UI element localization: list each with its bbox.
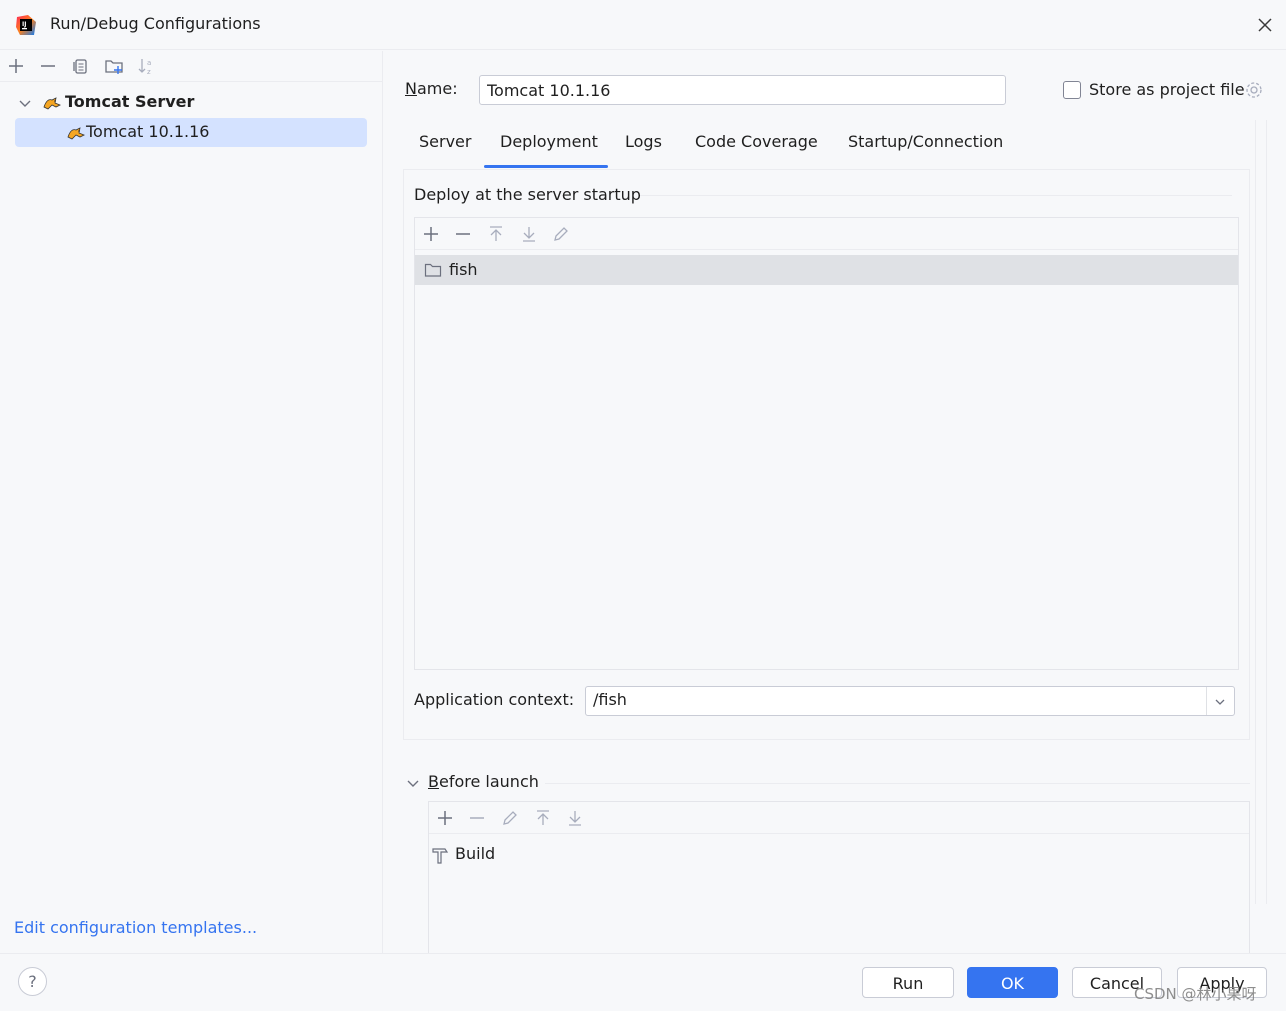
edit-templates-link[interactable]: Edit configuration templates... <box>14 918 257 937</box>
help-button[interactable]: ? <box>18 967 47 996</box>
tomcat-icon <box>42 95 62 111</box>
vertical-scrollbar[interactable] <box>1255 120 1267 904</box>
tab-code-coverage[interactable]: Code Coverage <box>695 132 818 151</box>
copy-icon[interactable] <box>70 55 92 77</box>
remove-icon[interactable] <box>37 55 59 77</box>
chevron-down-icon[interactable] <box>17 95 33 111</box>
application-context-combobox[interactable] <box>585 686 1235 716</box>
svg-text:IJ: IJ <box>22 21 26 28</box>
tab-deployment[interactable]: Deployment <box>500 132 598 151</box>
section-divider <box>545 783 1250 784</box>
remove-icon[interactable] <box>466 807 488 829</box>
add-icon[interactable] <box>420 223 442 245</box>
application-context-value[interactable]: /fish <box>593 690 627 709</box>
name-input[interactable] <box>479 75 1006 105</box>
tab-logs[interactable]: Logs <box>625 132 662 151</box>
edit-icon[interactable] <box>550 223 572 245</box>
watermark-text: CSDN @林小果呀 <box>1134 985 1257 1003</box>
svg-text:z: z <box>147 68 151 76</box>
toolbar-separator <box>415 249 1238 250</box>
application-context-label: Application context: <box>414 690 575 709</box>
before-launch-task-label[interactable]: Build <box>455 844 495 863</box>
svg-text:a: a <box>147 59 151 67</box>
store-as-project-file-checkbox[interactable] <box>1063 81 1081 99</box>
combobox-divider <box>1206 687 1207 715</box>
tab-startup-connection[interactable]: Startup/Connection <box>848 132 1003 151</box>
before-launch-toggle[interactable]: Before launch <box>428 772 539 791</box>
move-down-icon[interactable] <box>564 807 586 829</box>
build-hammer-icon <box>431 846 449 864</box>
name-label: Name: <box>405 79 458 98</box>
edit-icon[interactable] <box>499 807 521 829</box>
tree-item-label: Tomcat 10.1.16 <box>86 122 210 141</box>
tree-group-tomcat-server[interactable]: Tomcat Server <box>65 92 194 111</box>
folder-icon <box>424 262 442 278</box>
sort-icon[interactable]: az <box>136 55 158 77</box>
new-folder-icon[interactable] <box>103 55 125 77</box>
ok-button[interactable]: OK <box>967 967 1058 998</box>
chevron-down-icon[interactable] <box>405 775 421 791</box>
move-up-icon[interactable] <box>485 223 507 245</box>
move-up-icon[interactable] <box>532 807 554 829</box>
store-as-project-file-label[interactable]: Store as project file <box>1089 80 1245 99</box>
add-icon[interactable] <box>434 807 456 829</box>
close-icon[interactable] <box>1252 12 1278 38</box>
tab-server[interactable]: Server <box>419 132 471 151</box>
window-title: Run/Debug Configurations <box>50 14 261 33</box>
add-icon[interactable] <box>5 55 27 77</box>
toolbar-separator <box>0 81 383 82</box>
list-item[interactable] <box>415 255 1238 285</box>
intellij-idea-icon: IJ <box>14 13 38 37</box>
section-divider <box>640 195 1232 196</box>
tomcat-icon <box>66 125 86 141</box>
configurations-sidebar <box>0 51 383 953</box>
move-down-icon[interactable] <box>518 223 540 245</box>
artifact-label: fish <box>449 260 478 279</box>
run-button[interactable]: Run <box>862 967 954 998</box>
remove-icon[interactable] <box>452 223 474 245</box>
gear-icon[interactable] <box>1244 80 1264 100</box>
chevron-down-icon[interactable] <box>1212 694 1228 710</box>
toolbar-separator <box>429 833 1249 834</box>
active-tab-indicator <box>484 165 608 168</box>
deploy-section-title: Deploy at the server startup <box>414 185 641 204</box>
